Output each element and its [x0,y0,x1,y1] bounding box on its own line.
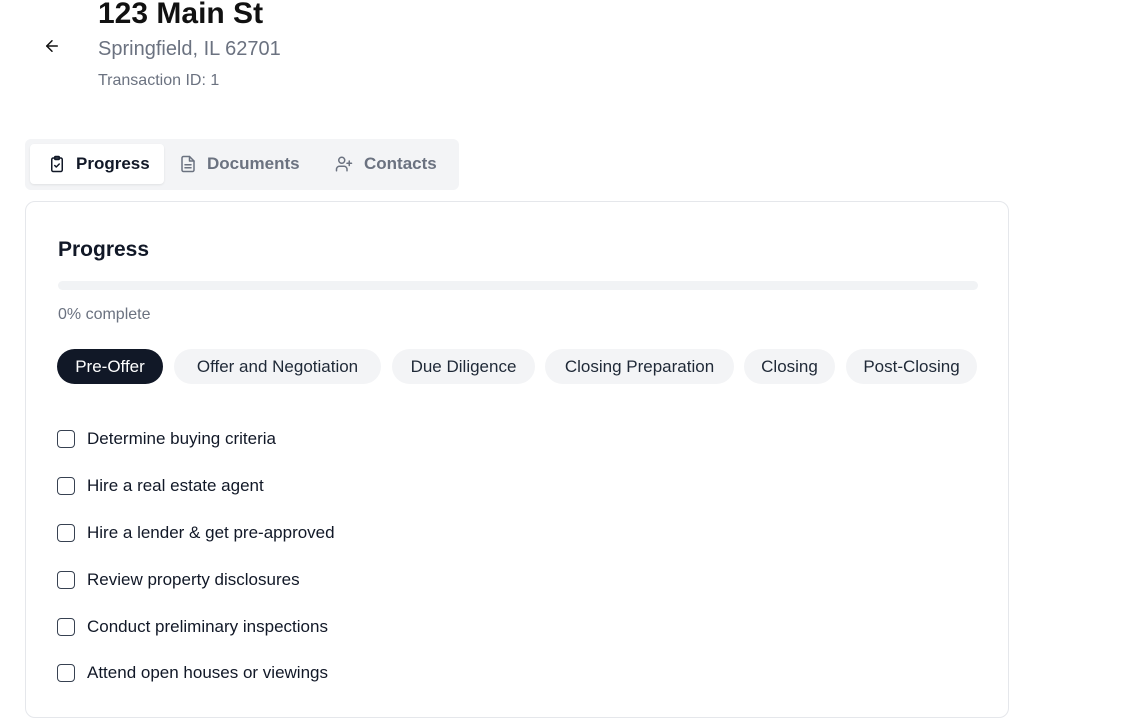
card-title: Progress [58,238,150,261]
progress-bar [58,281,978,290]
task-item[interactable]: Conduct preliminary inspections [57,615,328,639]
stage-pill-offer-negotiation[interactable]: Offer and Negotiation [174,349,381,384]
task-checkbox[interactable] [57,477,75,495]
tab-bar: Progress Documents Contacts [25,139,459,190]
progress-card: Progress 0% complete Pre-Offer Offer and… [25,201,1009,718]
stage-label: Post-Closing [863,356,960,376]
stage-pill-closing[interactable]: Closing [744,349,835,384]
transaction-id: Transaction ID: 1 [98,72,220,89]
user-plus-icon [334,155,354,173]
task-label: Hire a lender & get pre-approved [87,523,335,542]
stage-label: Closing [761,356,818,376]
task-label: Determine buying criteria [87,429,276,448]
tab-contacts[interactable]: Contacts [334,144,454,184]
task-checkbox[interactable] [57,664,75,682]
task-item[interactable]: Hire a real estate agent [57,474,264,498]
stage-pill-closing-preparation[interactable]: Closing Preparation [545,349,734,384]
task-item[interactable]: Attend open houses or viewings [57,661,328,685]
task-item[interactable]: Determine buying criteria [57,427,276,451]
stage-label: Closing Preparation [564,356,715,376]
task-item[interactable]: Review property disclosures [57,568,300,592]
stage-pill-post-closing[interactable]: Post-Closing [846,349,977,384]
stage-label: Due Diligence [410,356,517,376]
tab-label: Progress [76,154,150,173]
tab-label: Documents [207,154,300,173]
task-label: Conduct preliminary inspections [87,617,328,636]
address-subtitle: Springfield, IL 62701 [98,38,281,60]
tab-documents[interactable]: Documents [179,144,319,184]
back-button[interactable] [38,32,66,60]
progress-percent-text: 0% complete [58,306,151,323]
task-checkbox[interactable] [57,430,75,448]
stage-pill-pre-offer[interactable]: Pre-Offer [57,349,163,384]
arrow-left-icon [46,40,58,52]
clipboard-check-icon [48,155,66,173]
stage-pill-due-diligence[interactable]: Due Diligence [392,349,535,384]
task-checkbox[interactable] [57,571,75,589]
tab-progress[interactable]: Progress [30,144,164,184]
stage-label: Offer and Negotiation [196,356,359,376]
task-label: Review property disclosures [87,570,300,589]
page-title: 123 Main St [98,0,264,30]
task-label: Attend open houses or viewings [87,663,328,682]
task-item[interactable]: Hire a lender & get pre-approved [57,521,335,545]
task-label: Hire a real estate agent [87,476,264,495]
file-text-icon [179,155,197,173]
task-checkbox[interactable] [57,524,75,542]
stage-label: Pre-Offer [75,356,145,376]
tab-label: Contacts [364,154,437,173]
header: 123 Main St Springfield, IL 62701 Transa… [98,0,281,92]
task-checkbox[interactable] [57,618,75,636]
